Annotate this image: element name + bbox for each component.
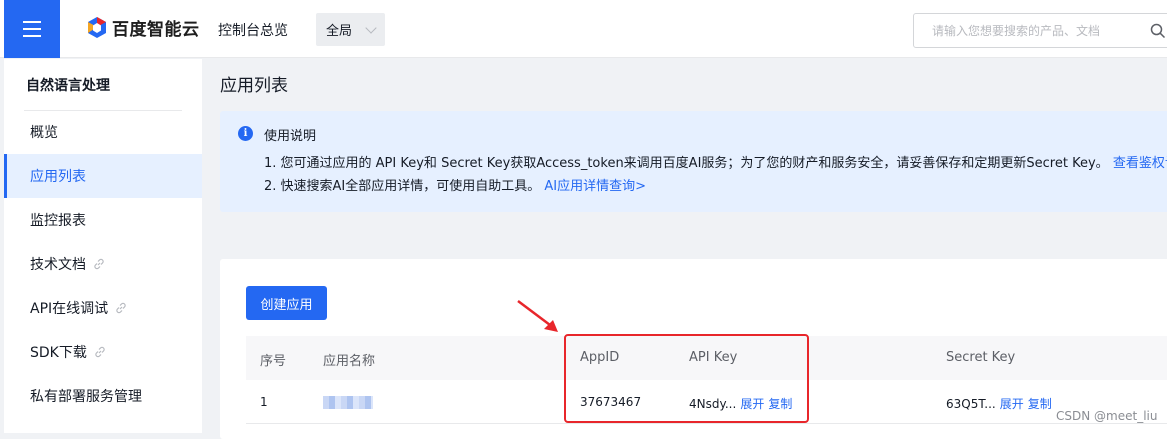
notice-line-1-text: 1. 您可通过应用的 API Key和 Secret Key获取Access_t…	[264, 156, 1109, 171]
column-header-index: 序号	[260, 354, 287, 369]
red-highlight-box	[564, 334, 809, 423]
search-icon[interactable]	[1150, 23, 1166, 39]
create-app-button[interactable]: 创建应用	[246, 286, 327, 320]
sidebar: 自然语言处理 概览 应用列表 监控报表 技术文档 API在线调试 SDK下载 私…	[4, 59, 202, 433]
top-bar: 百度智能云 控制台总览 全局	[0, 0, 1167, 58]
sidebar-item-label: 技术文档	[30, 257, 86, 273]
sidebar-item-app-list[interactable]: 应用列表	[4, 154, 202, 198]
page-title: 应用列表	[220, 76, 288, 96]
search-input[interactable]	[914, 14, 1134, 47]
external-link-icon	[94, 258, 104, 270]
auth-docs-link[interactable]: 查看鉴权认	[1113, 156, 1167, 171]
info-icon: i	[238, 126, 253, 141]
sidebar-item-sdk-download[interactable]: SDK下载	[4, 330, 202, 374]
app-detail-query-link[interactable]: AI应用详情查询>	[544, 179, 646, 194]
secret-key-value: 63Q5T...	[946, 397, 996, 411]
sidebar-item-overview[interactable]: 概览	[4, 110, 202, 154]
notice-line-2-text: 2. 快速搜索AI全部应用详情，可使用自助工具。	[264, 179, 541, 194]
sidebar-item-label: 应用列表	[30, 169, 86, 185]
baidu-cloud-logo-icon	[88, 16, 106, 38]
app-name-redacted[interactable]	[323, 396, 373, 409]
sidebar-title: 自然语言处理	[26, 78, 110, 94]
brand-name: 百度智能云	[112, 20, 200, 40]
external-link-icon	[116, 302, 126, 314]
sidebar-item-tech-docs[interactable]: 技术文档	[4, 242, 202, 286]
sidebar-item-monitoring[interactable]: 监控报表	[4, 198, 202, 242]
brand-logo[interactable]: 百度智能云	[86, 15, 200, 40]
red-arrow-annotation	[517, 300, 558, 332]
column-header-secret-key: Secret Key	[946, 350, 1016, 365]
column-header-app-name: 应用名称	[323, 354, 376, 369]
sidebar-item-label: 监控报表	[30, 213, 86, 229]
notice-line-2: 2. 快速搜索AI全部应用详情，可使用自助工具。 AI应用详情查询>	[264, 175, 646, 194]
watermark: CSDN @meet_liu	[1056, 409, 1158, 423]
sidebar-item-label: API在线调试	[30, 301, 109, 317]
sidebar-item-api-debug[interactable]: API在线调试	[4, 286, 202, 330]
usage-notice: i 使用说明 1. 您可通过应用的 API Key和 Secret Key获取A…	[220, 111, 1167, 212]
region-value: 全局	[326, 24, 353, 39]
secret-key-copy-link[interactable]: 复制	[1028, 397, 1052, 411]
sidebar-item-private-deploy[interactable]: 私有部署服务管理	[4, 374, 202, 418]
external-link-icon	[95, 346, 105, 358]
region-select[interactable]: 全局	[316, 13, 385, 46]
row-secret-key: 63Q5T... 展开 复制	[946, 395, 1052, 412]
row-index: 1	[260, 395, 268, 409]
chevron-down-icon	[365, 22, 377, 34]
console-overview-link[interactable]: 控制台总览	[218, 20, 288, 40]
sidebar-item-label: 概览	[30, 125, 58, 141]
notice-title: 使用说明	[264, 129, 317, 144]
sidebar-item-label: SDK下载	[30, 345, 87, 361]
search-box	[913, 13, 1167, 48]
notice-line-1: 1. 您可通过应用的 API Key和 Secret Key获取Access_t…	[264, 152, 1167, 171]
sidebar-item-label: 私有部署服务管理	[30, 389, 142, 405]
menu-icon[interactable]	[4, 0, 60, 58]
secret-key-expand-link[interactable]: 展开	[1000, 397, 1024, 411]
